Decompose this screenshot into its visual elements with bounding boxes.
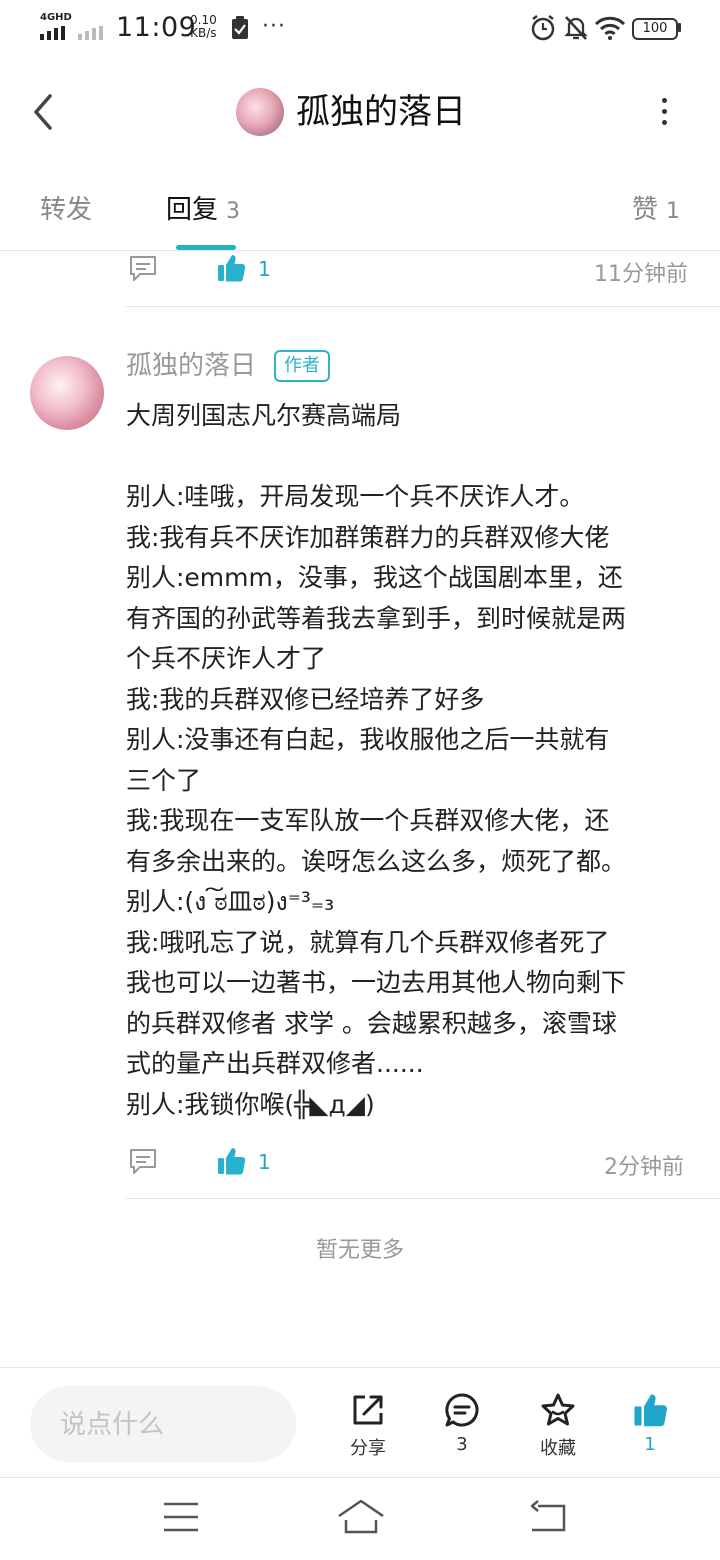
clipboard-check-icon xyxy=(232,16,248,39)
tab-count: 3 xyxy=(226,199,241,224)
chevron-left-icon xyxy=(34,94,52,130)
like-count: 1 xyxy=(644,1434,656,1455)
speed-unit: KB/s xyxy=(190,26,217,40)
favorite-button[interactable]: 收藏 xyxy=(522,1392,594,1460)
tab-replies[interactable]: 回复 3 xyxy=(166,190,240,232)
signal-icon xyxy=(40,26,103,40)
reply-line xyxy=(126,437,696,478)
reply-line: 我:我有兵不厌诈加群策群力的兵群双修大佬 xyxy=(126,522,610,552)
reply-line: 别人:没事还有白起，我收服他之后一共就有 xyxy=(126,725,610,754)
back-nav-icon[interactable] xyxy=(528,1500,568,1534)
no-more-text: 暂无更多 xyxy=(315,1238,404,1263)
reply-line: 别人:我锁你喉(╬◣д◢) xyxy=(126,1089,375,1119)
dot xyxy=(661,120,667,125)
comment-bubble-icon xyxy=(445,1393,479,1427)
tab-label: 赞 xyxy=(632,195,659,225)
tab-repost[interactable]: 转发 xyxy=(40,190,100,232)
comment-count: 3 xyxy=(456,1434,468,1455)
like-count: 1 xyxy=(258,1150,271,1174)
comment-icon[interactable] xyxy=(128,255,158,283)
alarm-icon xyxy=(531,15,555,41)
reply-line: 别人:emmm，没事，我这个战国剧本里，还 xyxy=(126,563,623,592)
reply-line: 三个了 xyxy=(126,765,202,795)
nav-bar-divider xyxy=(0,1477,720,1478)
like-count: 1 xyxy=(258,257,271,281)
reply-divider xyxy=(126,1198,720,1199)
tabs-divider xyxy=(0,250,720,251)
network-indicator: 4GHD xyxy=(40,12,72,23)
reply-line: 我:我的兵群双修已经培养了好多 xyxy=(126,684,485,714)
status-bar: 4GHD 11:09 0.10 KB/s ··· 100 xyxy=(0,0,720,56)
network-speed: 0.10 KB/s xyxy=(190,14,217,40)
reply-line: 我:哦吼忘了说，就算有几个兵群双修者死了 xyxy=(126,927,610,957)
menu-icon[interactable] xyxy=(162,1500,200,1534)
reply-input-placeholder: 说点什么 xyxy=(60,1410,165,1440)
reply-line: 有多余出来的。诶呀怎么这么多，烦死了都。 xyxy=(126,846,627,876)
share-icon xyxy=(353,1395,383,1425)
battery-indicator: 100 xyxy=(632,18,678,40)
page-title: 孤独的落日 xyxy=(296,92,466,132)
dot xyxy=(661,109,667,114)
reply-author[interactable]: 孤独的落日 xyxy=(126,348,256,384)
clock: 11:09 xyxy=(116,12,197,43)
thumbs-up-icon[interactable] xyxy=(216,253,246,283)
reply-line: 我也可以一边著书，一边去用其他人物向剩下 xyxy=(126,968,627,997)
favorite-label: 收藏 xyxy=(540,1438,576,1459)
battery-tip xyxy=(678,23,681,32)
avatar[interactable] xyxy=(30,356,104,430)
star-icon xyxy=(541,1393,575,1426)
action-bar-divider xyxy=(0,1367,720,1368)
like-button[interactable]: 1 xyxy=(614,1392,686,1455)
more-options-button[interactable] xyxy=(652,96,676,128)
reply-line: 大周列国志凡尔赛高端局 xyxy=(126,401,402,430)
reply-time: 2分钟前 xyxy=(604,1155,684,1180)
reply-line: 有齐国的孙武等着我去拿到手，到时候就是两 xyxy=(126,603,627,633)
thumbs-up-filled-icon xyxy=(634,1394,667,1427)
reply-line: 我:我现在一支军队放一个兵群双修大佬，还 xyxy=(126,806,610,835)
tab-label: 转发 xyxy=(40,195,93,225)
more-notifications-icon: ··· xyxy=(262,14,286,39)
dot xyxy=(661,98,667,103)
reply-content: 大周列国志凡尔赛高端局别人:哇哦，开局发现一个兵不厌诈人才。 我:我有兵不厌诈加群… xyxy=(126,396,696,1125)
mute-bell-icon xyxy=(564,16,588,40)
reply-line: 式的量产出兵群双修者...... xyxy=(126,1049,424,1078)
back-button[interactable] xyxy=(28,92,60,132)
reply-divider xyxy=(126,306,720,307)
reply-line: 的兵群双修者 求学 。会越累积越多，滚雪球 xyxy=(126,1008,617,1038)
comment-icon[interactable] xyxy=(128,1148,158,1176)
tab-likes[interactable]: 赞1 xyxy=(632,190,680,232)
author-badge: 作者 xyxy=(274,350,330,382)
reply-line: 别人:(ง ͠ಠ皿ಠ)ง⁼³₌₃ xyxy=(126,887,335,916)
share-button[interactable]: 分享 xyxy=(332,1392,404,1460)
tab-count: 1 xyxy=(666,199,681,224)
reply-time: 11分钟前 xyxy=(594,262,688,287)
reply-line: 个兵不厌诈人才了 xyxy=(126,644,327,673)
reply-line: 别人:哇哦，开局发现一个兵不厌诈人才。 xyxy=(126,482,585,511)
home-icon[interactable] xyxy=(336,1498,386,1536)
tab-label: 回复 xyxy=(166,195,219,225)
header-avatar[interactable] xyxy=(236,88,284,136)
comment-button[interactable]: 3 xyxy=(426,1392,498,1455)
share-label: 分享 xyxy=(350,1438,386,1459)
wifi-icon xyxy=(594,16,626,40)
thumbs-up-icon[interactable] xyxy=(216,1146,246,1176)
